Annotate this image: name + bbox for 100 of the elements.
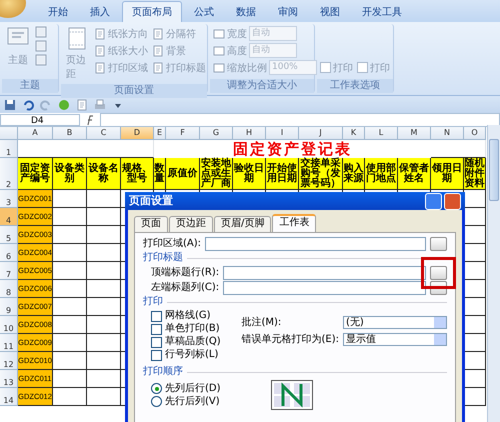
table-cell xyxy=(87,226,121,244)
radio-button[interactable] xyxy=(151,383,162,394)
ribbon-tab[interactable]: 数据 xyxy=(226,1,266,22)
column-header[interactable]: D xyxy=(121,127,154,140)
column-header[interactable]: I xyxy=(266,127,299,140)
column-header[interactable]: C xyxy=(87,127,121,140)
dropdown[interactable]: (无) xyxy=(343,316,447,329)
ribbon-tab[interactable]: 视图 xyxy=(310,1,350,22)
dialog-tab[interactable]: 工作表 xyxy=(272,214,316,232)
checkbox[interactable] xyxy=(151,350,162,360)
collapse-button[interactable] xyxy=(430,236,447,250)
row-number: 4 xyxy=(6,216,12,225)
field-label: 批注(M): xyxy=(242,316,282,328)
sheet-title: 固定资产登记表 xyxy=(232,140,353,158)
ribbon-tab[interactable]: 插入 xyxy=(80,1,120,22)
header-cell: 使用部门地点 xyxy=(365,158,398,190)
ribbon-tab[interactable]: 审阅 xyxy=(268,1,308,22)
checkbox[interactable] xyxy=(151,310,162,322)
collapse-button[interactable] xyxy=(430,266,447,280)
group-label: 调整为合适大小 xyxy=(210,79,314,93)
section-heading: 打印 xyxy=(143,296,163,308)
column-header[interactable]: G xyxy=(200,127,233,140)
table-cell xyxy=(87,208,121,226)
row-number: 5 xyxy=(6,234,12,243)
header-cell: 交接单采购号（发票号码） xyxy=(299,158,343,190)
input-field[interactable] xyxy=(223,280,426,294)
input-field[interactable] xyxy=(223,266,426,280)
section-heading: 打印顺序 xyxy=(143,366,183,378)
checkbox-label: 单色打印(B) xyxy=(165,323,220,335)
close-button[interactable] xyxy=(444,192,461,210)
table-cell xyxy=(53,244,87,262)
row-number: 1 xyxy=(6,148,12,157)
checkbox[interactable] xyxy=(151,336,162,348)
dropdown[interactable]: 显示值 xyxy=(343,333,447,346)
row-number: 13 xyxy=(3,378,14,387)
column-header[interactable]: J xyxy=(299,127,343,140)
globe-icon xyxy=(58,98,70,110)
checkbox-label: 打印 xyxy=(333,62,353,74)
name-box[interactable]: D4 xyxy=(0,114,80,126)
header-cell: 开始使用日期 xyxy=(266,158,299,190)
dialog-tab[interactable]: 页边距 xyxy=(169,216,213,232)
ribbon-tab[interactable]: 公式 xyxy=(184,1,224,22)
formula-input[interactable] xyxy=(100,112,500,126)
dialog-tab[interactable]: 页面 xyxy=(134,216,168,232)
checkbox[interactable] xyxy=(357,62,368,73)
table-cell xyxy=(87,352,121,370)
theme-option-icon xyxy=(35,26,47,38)
ribbon-tab[interactable]: 页面布局 xyxy=(122,1,182,22)
page-icon xyxy=(66,27,88,51)
table-cell xyxy=(53,370,87,388)
column-header[interactable]: E xyxy=(154,127,166,140)
header-cell: 购入来源 xyxy=(343,158,365,190)
column-header[interactable]: A xyxy=(18,127,53,140)
radio-button[interactable] xyxy=(151,396,162,407)
header-cell: 随机附件资料 xyxy=(464,158,486,190)
page-icon xyxy=(152,44,164,56)
checkbox-label: 行号列标(L) xyxy=(165,349,218,361)
help-button[interactable] xyxy=(425,192,442,210)
scale-label: 宽度 xyxy=(227,28,247,40)
checkbox[interactable] xyxy=(320,62,331,73)
table-cell xyxy=(87,370,121,388)
header-cell: 固定资产编号 xyxy=(18,158,53,190)
column-header[interactable]: B xyxy=(53,127,87,140)
ribbon-tab[interactable]: 开发工具 xyxy=(352,1,412,22)
input-field[interactable] xyxy=(205,236,426,250)
group-label: 工作表选项 xyxy=(317,79,393,93)
table-cell xyxy=(87,298,121,316)
undo-icon xyxy=(22,98,34,110)
table-cell xyxy=(87,262,121,280)
column-header[interactable]: K xyxy=(343,127,365,140)
redo-icon xyxy=(40,98,52,110)
page-icon xyxy=(152,28,164,40)
checkbox[interactable] xyxy=(151,324,162,334)
vertical-scrollbar[interactable] xyxy=(487,125,500,422)
checkbox-label: 网格线(G) xyxy=(165,310,211,322)
ribbon-tab[interactable]: 开始 xyxy=(38,1,78,22)
checkbox-label: 草稿品质(Q) xyxy=(165,336,221,348)
column-header[interactable]: H xyxy=(233,127,266,140)
page-icon xyxy=(94,44,106,56)
dialog-tab[interactable]: 页眉/页脚 xyxy=(214,216,272,232)
select-all-corner[interactable] xyxy=(0,127,18,140)
header-cell: 原值价 xyxy=(166,158,200,190)
page-order-drawing xyxy=(271,380,313,410)
section-heading: 打印标题 xyxy=(143,252,183,264)
column-header[interactable]: M xyxy=(398,127,431,140)
column-header[interactable]: N xyxy=(431,127,464,140)
group-label: 主题 xyxy=(2,79,58,93)
column-header[interactable]: L xyxy=(365,127,398,140)
header-cell: 安装地点或生产厂商 xyxy=(200,158,233,190)
row-number: 14 xyxy=(3,396,14,405)
header-cell: 设备类别 xyxy=(53,158,87,190)
row-number: 7 xyxy=(6,270,12,279)
checkbox-label: 打印 xyxy=(370,62,390,74)
column-header[interactable]: O xyxy=(464,127,486,140)
column-header[interactable]: F xyxy=(166,127,200,140)
header-cell: 验收日期 xyxy=(233,158,266,190)
table-cell xyxy=(87,334,121,352)
table-cell xyxy=(87,280,121,298)
print-icon xyxy=(94,98,106,110)
header-cell: 设备名称 xyxy=(87,158,121,190)
